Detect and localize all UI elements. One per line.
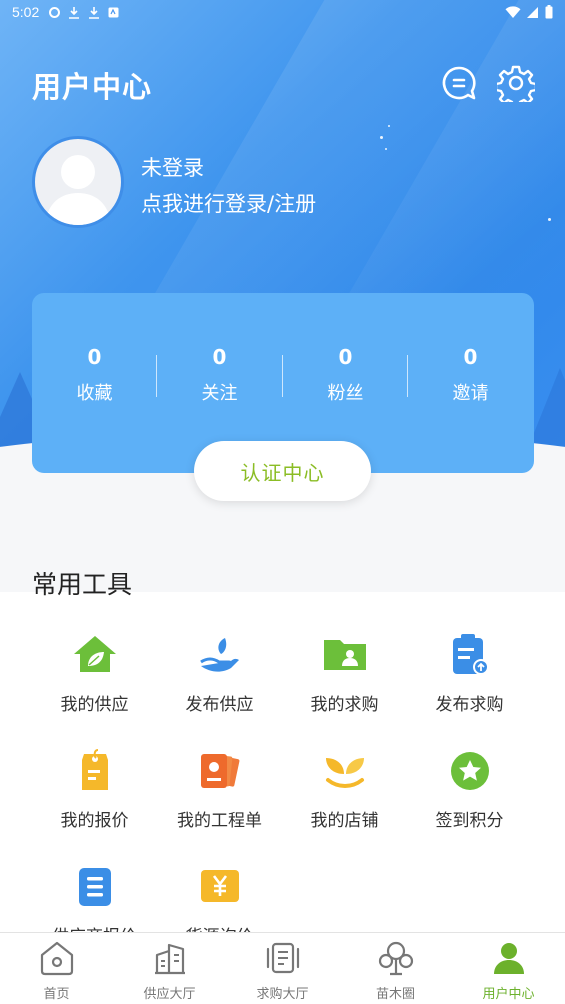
bottom-nav: 首页 供应大厅 求购大厅 苗木圈 用户中心 xyxy=(0,932,565,1004)
tool-label: 签到积分 xyxy=(435,811,504,831)
certification-center-button[interactable]: 认证中心 xyxy=(194,441,371,501)
nav-label: 用户中心 xyxy=(482,987,535,1002)
nav-label: 供应大厅 xyxy=(143,987,196,1002)
stat-label: 粉丝 xyxy=(327,383,364,404)
section-title: 常用工具 xyxy=(32,570,133,599)
avatar[interactable] xyxy=(32,136,124,228)
tool-my-project-order[interactable]: 我的工程单 xyxy=(157,748,282,831)
tool-my-store[interactable]: 我的店铺 xyxy=(282,748,407,831)
stat-label: 收藏 xyxy=(76,383,113,404)
stat-value: 0 xyxy=(87,345,102,369)
tool-label: 我的供应 xyxy=(60,695,129,715)
message-icon[interactable] xyxy=(440,64,478,102)
tool-my-purchase[interactable]: 我的求购 xyxy=(282,632,407,715)
stat-value: 0 xyxy=(463,345,478,369)
page-title: 用户中心 xyxy=(32,70,153,104)
tool-label: 我的店铺 xyxy=(310,811,379,831)
cards-icon xyxy=(200,754,239,788)
stat-followers[interactable]: 0 粉丝 xyxy=(283,345,408,405)
house-leaf-icon xyxy=(73,636,116,672)
stat-value: 0 xyxy=(338,345,353,369)
notification-app-icon xyxy=(108,7,119,17)
nav-user-center[interactable]: 用户中心 xyxy=(452,933,565,1004)
hand-plant-icon xyxy=(199,638,239,672)
tag-icon xyxy=(81,749,108,790)
tool-my-supply[interactable]: 我的供应 xyxy=(32,632,157,715)
tool-my-quote[interactable]: 我的报价 xyxy=(32,748,157,831)
tool-label: 发布供应 xyxy=(185,695,254,715)
tool-publish-supply[interactable]: 发布供应 xyxy=(157,632,282,715)
sync-icon xyxy=(49,6,61,18)
document-icon xyxy=(266,942,299,974)
tool-label: 发布求购 xyxy=(435,695,504,715)
stat-value: 0 xyxy=(212,345,227,369)
sprout-icon xyxy=(325,758,364,788)
gear-icon[interactable] xyxy=(497,64,535,102)
tool-checkin-points[interactable]: 签到积分 xyxy=(407,748,532,831)
building-icon xyxy=(154,943,185,975)
signal-icon xyxy=(527,6,538,18)
stat-following[interactable]: 0 关注 xyxy=(157,345,282,405)
nav-label: 苗木圈 xyxy=(375,987,415,1002)
login-status[interactable]: 未登录 xyxy=(141,152,204,182)
stat-label: 关注 xyxy=(201,383,238,404)
user-center-page: 5:02 用户中心 未登录 点我进行登录/注册 0 收藏 0 关注 0 粉丝 0… xyxy=(0,0,565,1004)
battery-icon xyxy=(545,5,553,19)
default-avatar-icon xyxy=(45,155,111,225)
download-icon xyxy=(89,6,100,19)
list-doc-icon xyxy=(78,868,111,906)
tree-icon xyxy=(378,941,413,976)
nav-nursery-circle[interactable]: 苗木圈 xyxy=(339,933,452,1004)
clipboard-upload-icon xyxy=(452,634,489,675)
stat-favorites[interactable]: 0 收藏 xyxy=(32,345,157,405)
tool-publish-purchase[interactable]: 发布求购 xyxy=(407,632,532,715)
tool-label: 我的报价 xyxy=(60,811,129,831)
nav-purchase-hall[interactable]: 求购大厅 xyxy=(226,933,339,1004)
star-badge-icon xyxy=(450,752,489,790)
login-register-link[interactable]: 点我进行登录/注册 xyxy=(141,188,316,218)
nav-home[interactable]: 首页 xyxy=(0,933,113,1004)
status-bar: 5:02 xyxy=(0,0,565,24)
status-time: 5:02 xyxy=(12,4,40,20)
nav-supply-hall[interactable]: 供应大厅 xyxy=(113,933,226,1004)
nav-label: 求购大厅 xyxy=(256,987,309,1002)
tool-label: 我的工程单 xyxy=(177,811,262,831)
nav-label: 首页 xyxy=(43,987,70,1002)
tool-label: 我的求购 xyxy=(310,695,379,715)
folder-user-icon xyxy=(323,640,366,670)
stat-label: 邀请 xyxy=(452,383,489,404)
yen-ticket-icon xyxy=(200,870,239,902)
stat-invites[interactable]: 0 邀请 xyxy=(408,345,533,405)
user-icon xyxy=(493,943,524,974)
home-icon xyxy=(40,941,73,976)
wifi-icon xyxy=(505,5,521,18)
download-icon xyxy=(69,6,80,19)
